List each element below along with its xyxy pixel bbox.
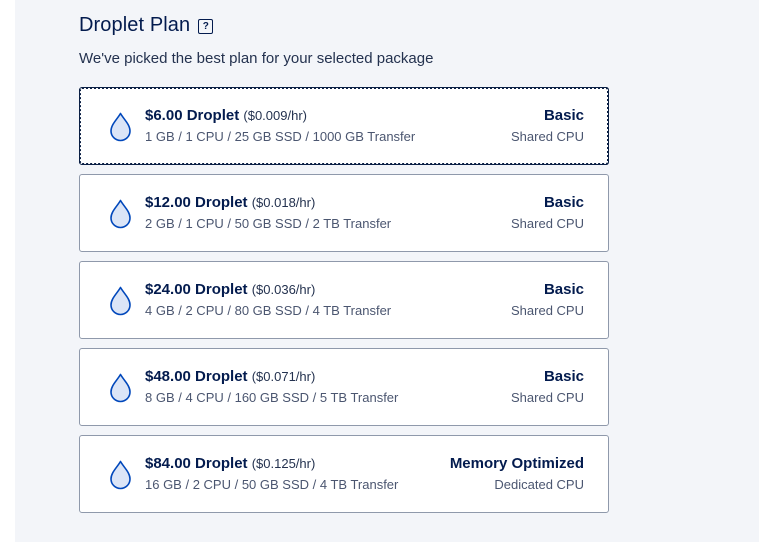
plan-hourly-price: ($0.071/hr) (251, 369, 316, 384)
plan-type: Basic (543, 107, 584, 124)
plan-title: $6.00 Droplet ($0.009/hr) (145, 107, 415, 124)
section-header: Droplet Plan ? (79, 14, 214, 37)
plan-hourly-price: ($0.036/hr) (251, 282, 316, 297)
plan-option-84[interactable]: $84.00 Droplet ($0.125/hr) 16 GB / 2 CPU… (79, 435, 609, 513)
plan-cpu-type: Shared CPU (511, 216, 584, 231)
plan-option-24[interactable]: $24.00 Droplet ($0.036/hr) 4 GB / 2 CPU … (79, 261, 609, 339)
section-subtitle: We've picked the best plan for your sele… (79, 50, 434, 67)
plan-title: $24.00 Droplet ($0.036/hr) (145, 281, 391, 298)
plan-cpu-type: Dedicated CPU (494, 477, 584, 492)
plan-price: $48.00 Droplet (145, 368, 248, 385)
plan-option-12[interactable]: $12.00 Droplet ($0.018/hr) 2 GB / 1 CPU … (79, 174, 609, 252)
plan-list: $6.00 Droplet ($0.009/hr) 1 GB / 1 CPU /… (79, 87, 609, 522)
droplet-icon (110, 112, 131, 142)
plan-cpu-type: Shared CPU (511, 303, 584, 318)
plan-option-48[interactable]: $48.00 Droplet ($0.071/hr) 8 GB / 4 CPU … (79, 348, 609, 426)
plan-specs: 2 GB / 1 CPU / 50 GB SSD / 2 TB Transfer (145, 216, 392, 231)
plan-type: Basic (543, 194, 584, 211)
plan-title: $84.00 Droplet ($0.125/hr) (145, 455, 398, 472)
plan-type: Basic (543, 281, 584, 298)
plan-hourly-price: ($0.125/hr) (251, 456, 316, 471)
droplet-icon (110, 199, 131, 229)
page-title: Droplet Plan (79, 14, 191, 36)
plan-price: $6.00 Droplet (145, 107, 240, 124)
plan-type: Basic (543, 368, 584, 385)
plan-specs: 16 GB / 2 CPU / 50 GB SSD / 4 TB Transfe… (145, 477, 399, 492)
droplet-icon (110, 373, 131, 403)
plan-cpu-type: Shared CPU (511, 129, 584, 144)
help-icon[interactable]: ? (198, 19, 214, 34)
plan-type: Memory Optimized (449, 455, 584, 472)
plan-specs: 8 GB / 4 CPU / 160 GB SSD / 5 TB Transfe… (145, 390, 399, 405)
plan-title: $12.00 Droplet ($0.018/hr) (145, 194, 391, 211)
plan-specs: 1 GB / 1 CPU / 25 GB SSD / 1000 GB Trans… (145, 129, 416, 144)
droplet-icon (110, 460, 131, 490)
plan-title: $48.00 Droplet ($0.071/hr) (145, 368, 398, 385)
plan-option-6[interactable]: $6.00 Droplet ($0.009/hr) 1 GB / 1 CPU /… (79, 87, 609, 165)
plan-price: $84.00 Droplet (145, 455, 248, 472)
plan-hourly-price: ($0.009/hr) (243, 108, 307, 123)
plan-specs: 4 GB / 2 CPU / 80 GB SSD / 4 TB Transfer (145, 303, 392, 318)
plan-price: $12.00 Droplet (145, 194, 248, 211)
droplet-icon (110, 286, 131, 316)
plan-cpu-type: Shared CPU (511, 390, 584, 405)
plan-hourly-price: ($0.018/hr) (251, 195, 316, 210)
plan-price: $24.00 Droplet (145, 281, 248, 298)
